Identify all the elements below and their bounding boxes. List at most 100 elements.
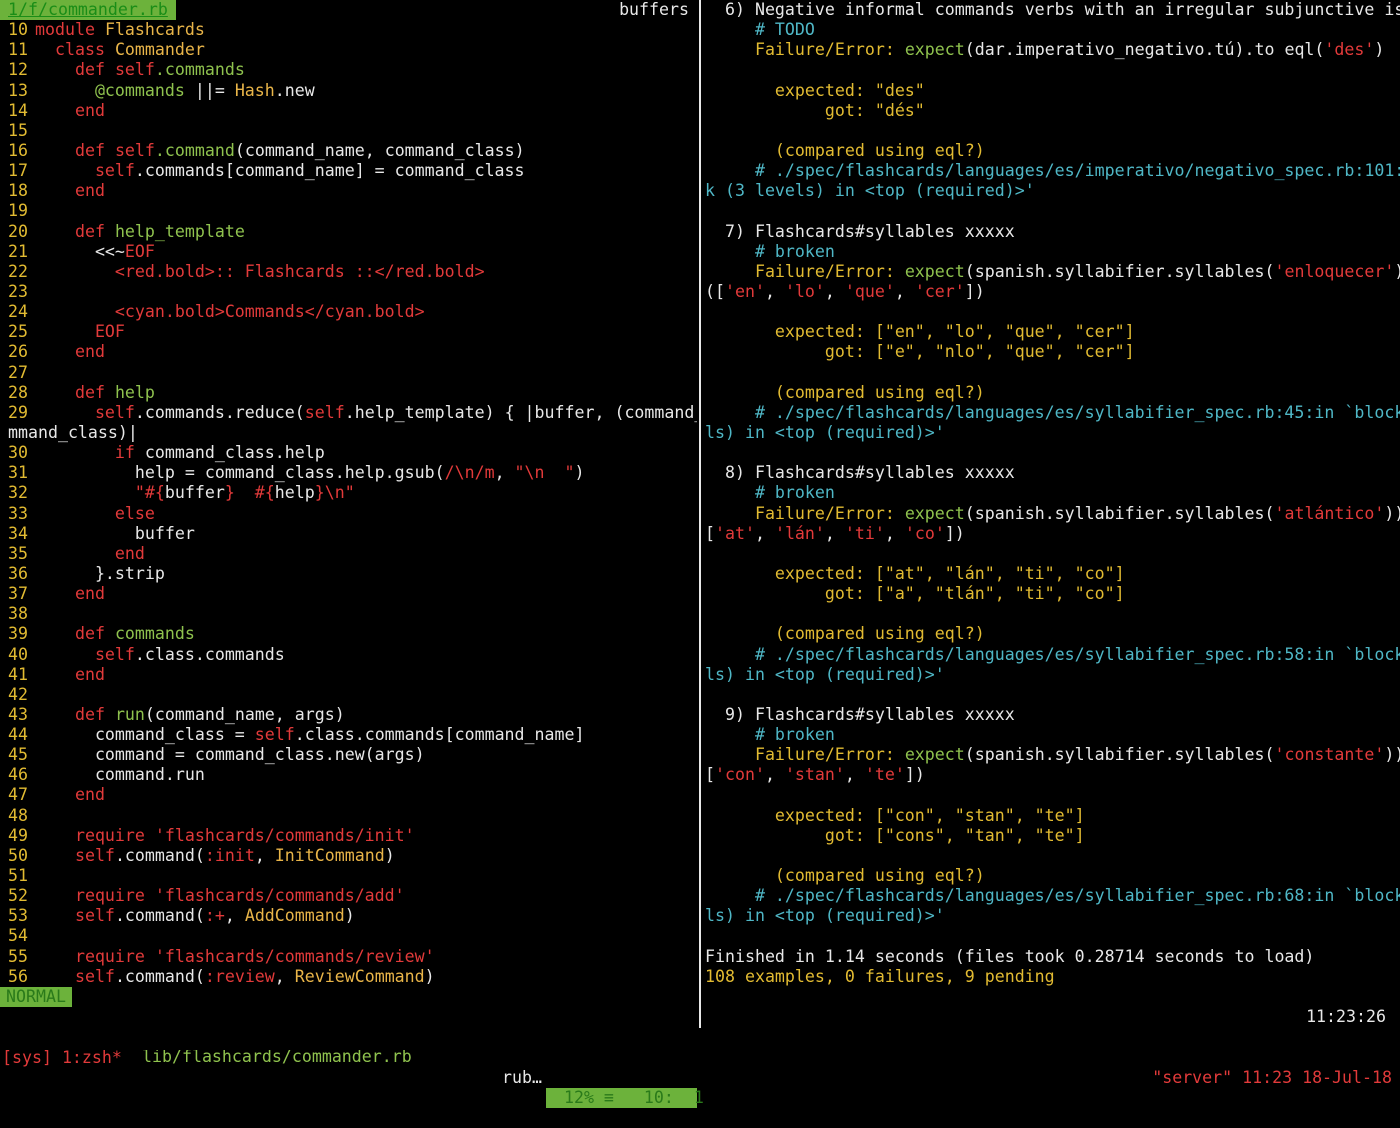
code-line[interactable]: 17 self.commands[command_name] = command… (0, 161, 697, 181)
code-line[interactable]: 14 end (0, 101, 697, 121)
code-line[interactable]: 18 end (0, 181, 697, 201)
code-line[interactable]: 52 require 'flashcards/commands/add' (0, 886, 697, 906)
code-line[interactable]: 30 if command_class.help (0, 443, 697, 463)
terminal-line: expected: ["at", "lán", "ti", "co"] (705, 564, 1400, 584)
tmux-window-list[interactable]: [sys] 1:zsh* (2, 1048, 122, 1068)
code-line[interactable]: 25 EOF (0, 322, 697, 342)
code-line[interactable]: 50 self.command(:init, InitCommand) (0, 846, 697, 866)
text-segment: , (254, 845, 275, 865)
code-line[interactable]: 10 module Flashcards (0, 20, 697, 40)
terminal-line: expected: ["con", "stan", "te"] (705, 806, 1400, 826)
code-line[interactable]: 21 <<~EOF (0, 242, 697, 262)
code-line[interactable]: 24 <cyan.bold>Commands</cyan.bold> (0, 302, 697, 322)
text-segment: Failure/Error: (705, 261, 905, 281)
code-line[interactable]: 31 help = command_class.help.gsub(/\n/m,… (0, 463, 697, 483)
text-segment: 'flashcards/commands/init' (154, 825, 415, 845)
vim-tab-active[interactable]: 1/f/commander.rb (0, 0, 176, 21)
code-line[interactable]: 45 command = command_class.new(args) (0, 745, 697, 765)
line-number: 19 (8, 201, 38, 221)
terminal-line: (compared using eql?) (705, 866, 1400, 886)
code-line[interactable]: 36 }.strip (0, 564, 697, 584)
code-line[interactable]: mmand_class)| (0, 423, 697, 443)
code-line[interactable]: 40 self.class.commands (0, 645, 697, 665)
line-number: 37 (8, 584, 38, 604)
code-line[interactable]: 32 "#{buffer} #{help}\n" (0, 483, 697, 503)
code-line[interactable]: 46 command.run (0, 765, 697, 785)
text-segment: , (764, 765, 785, 785)
line-number: 14 (8, 100, 38, 120)
pane-divider[interactable] (699, 0, 701, 1028)
code-line[interactable]: 15 (0, 121, 697, 141)
code-line[interactable]: 38 (0, 604, 697, 624)
shell-prompt[interactable]: flashcards(master*) # 11:23:26 (705, 1007, 1400, 1027)
text-segment: # broken (705, 241, 835, 261)
code-line[interactable]: 39 def commands (0, 624, 697, 644)
code-line[interactable]: 53 self.command(:+, AddCommand) (0, 906, 697, 926)
line-number: 28 (8, 382, 38, 402)
code-line[interactable]: 41 end (0, 665, 697, 685)
code-line[interactable]: 12 def self.commands (0, 60, 697, 80)
text-segment: Commander (114, 40, 205, 60)
code-line[interactable]: 22 <red.bold>:: Flashcards ::</red.bold> (0, 262, 697, 282)
text-segment: help = command_class.help.gsub( (35, 463, 445, 483)
text-segment: Finished in 1.14 seconds (files took 0.2… (705, 946, 1315, 966)
code-line[interactable]: 34 buffer (0, 524, 697, 544)
code-editor[interactable]: 10 module Flashcards 11 class Commander 12… (0, 20, 697, 987)
code-line[interactable]: 43 def run(command_name, args) (0, 705, 697, 725)
text-segment: end (35, 181, 105, 201)
text-segment: EOF (124, 241, 155, 261)
terminal-pane[interactable]: 6) Negative informal commands verbs with… (705, 0, 1400, 1028)
code-line[interactable]: 47 end (0, 785, 697, 805)
code-line[interactable]: 37 end (0, 584, 697, 604)
vim-pane[interactable]: 1/f/commander.rb buffers 10 module Flash… (0, 0, 704, 1108)
code-line[interactable]: 49 require 'flashcards/commands/init' (0, 826, 697, 846)
text-segment: # ./spec/flashcards/languages/es/syllabi… (754, 886, 1400, 906)
code-line[interactable]: 29 self.commands.reduce(self.help_templa… (0, 403, 697, 423)
code-line[interactable]: 33 else (0, 504, 697, 524)
code-line[interactable]: 35 end (0, 544, 697, 564)
text-segment: ReviewCommand (294, 966, 425, 986)
text-segment: class (35, 40, 115, 60)
text-segment: (compared using eql?) (705, 382, 985, 402)
code-line[interactable]: 20 def help_template (0, 222, 697, 242)
code-line[interactable]: 51 (0, 866, 697, 886)
text-segment: 'des' (1324, 40, 1375, 60)
code-line[interactable]: 44 command_class = self.class.commands[c… (0, 725, 697, 745)
text-segment: end (35, 100, 105, 120)
text-segment: k (3 levels) in <top (required)>' (705, 181, 1035, 201)
terminal-line: # broken (705, 725, 1400, 745)
code-line[interactable]: 26 end (0, 342, 697, 362)
text-segment: ls) in <top (required)>' (705, 906, 945, 926)
code-line[interactable]: 13 @commands ||= Hash.new (0, 81, 697, 101)
vim-buffers-label[interactable]: buffers (619, 0, 689, 20)
code-line[interactable]: 27 (0, 363, 697, 383)
text-segment: (compared using eql?) (705, 866, 985, 886)
text-segment: expected: ["en", "lo", "que", "cer"] (705, 322, 1135, 342)
code-line[interactable]: 28 def help (0, 383, 697, 403)
text-segment: .command( (114, 906, 205, 926)
code-line[interactable]: 42 (0, 685, 697, 705)
code-line[interactable]: 11 class Commander (0, 40, 697, 60)
code-line[interactable]: 16 def self.command(command_name, comman… (0, 141, 697, 161)
tmux-status-right: "server" 11:23 18-Jul-18 (1152, 1068, 1392, 1087)
code-line[interactable]: 54 (0, 926, 697, 946)
code-line[interactable]: 56 self.command(:review, ReviewCommand) (0, 967, 697, 987)
text-segment: got: ["a", "tlán", "ti", "co"] (705, 584, 1125, 604)
terminal-line: Failure/Error: expect(dar.imperativo_neg… (705, 40, 1400, 60)
terminal-line: # ./spec/flashcards/languages/es/imperat… (705, 161, 1400, 181)
text-segment: 'constante' (1274, 745, 1385, 765)
text-segment: }.strip (35, 563, 165, 583)
code-line[interactable]: 55 require 'flashcards/commands/review' (0, 947, 697, 967)
code-line[interactable]: 19 (0, 201, 697, 221)
code-line[interactable]: 48 (0, 806, 697, 826)
text-segment: ls) in <top (required)>' (705, 422, 945, 442)
text-segment: expected: "des" (705, 80, 925, 100)
text-segment: Failure/Error: (705, 40, 905, 60)
code-line[interactable]: 23 (0, 282, 697, 302)
text-segment: Failure/Error: (705, 745, 905, 765)
text-segment: 'lán' (774, 523, 825, 543)
text-segment: }\n" (314, 483, 355, 503)
